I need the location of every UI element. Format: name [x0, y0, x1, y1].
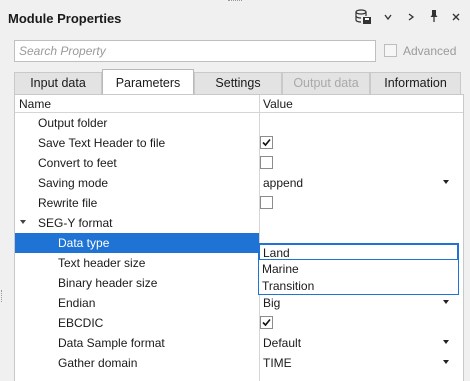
- property-label: EBCDIC: [58, 316, 104, 330]
- property-row-data-sample-format[interactable]: Data Sample format Default: [15, 333, 463, 353]
- checkbox-unchecked[interactable]: [260, 156, 273, 169]
- checkbox-unchecked[interactable]: [260, 196, 273, 209]
- dropdown-option-land[interactable]: Land: [259, 244, 458, 260]
- property-label: Convert to feet: [38, 156, 117, 170]
- property-row-save-text-header[interactable]: Save Text Header to file: [15, 133, 463, 153]
- property-label: Data type: [58, 236, 110, 250]
- dropdown-arrow-icon[interactable]: [443, 360, 449, 364]
- property-row-rewrite-file[interactable]: Rewrite file: [15, 193, 463, 213]
- checkbox-checked[interactable]: [260, 136, 273, 149]
- property-row-endian[interactable]: Endian Big: [15, 293, 463, 313]
- chevron-down-icon[interactable]: [381, 9, 395, 27]
- save-icon[interactable]: [352, 9, 374, 27]
- dropdown-arrow-icon[interactable]: [443, 300, 449, 304]
- column-header-value[interactable]: Value: [263, 97, 293, 111]
- dropdown-arrow-icon[interactable]: [443, 180, 449, 184]
- property-label: Binary header size: [58, 276, 158, 290]
- property-row-gather-domain[interactable]: Gather domain TIME: [15, 353, 463, 373]
- property-label: Output folder: [38, 116, 108, 130]
- property-row-data-type[interactable]: Data type: [15, 233, 259, 253]
- property-grid: Name Value Output folder Save Text Heade…: [14, 94, 464, 381]
- column-divider[interactable]: [259, 95, 260, 381]
- column-header-name[interactable]: Name: [19, 97, 51, 111]
- grid-header: Name Value: [15, 95, 463, 113]
- group-label: SEG-Y format: [38, 216, 113, 230]
- property-group-segy-format[interactable]: SEG-Y format: [15, 213, 463, 233]
- tab-information[interactable]: Information: [370, 72, 461, 94]
- splitter-handle[interactable]: [1, 290, 4, 302]
- property-row-output-folder[interactable]: Output folder: [15, 113, 463, 133]
- tab-settings[interactable]: Settings: [194, 72, 282, 94]
- expand-arrow-icon[interactable]: [20, 220, 26, 224]
- data-type-dropdown-list: Land Marine Transition: [258, 243, 459, 295]
- search-input[interactable]: [14, 40, 376, 62]
- panel-grip[interactable]: [228, 0, 242, 4]
- tab-parameters[interactable]: Parameters: [102, 69, 194, 95]
- chevron-right-icon[interactable]: [404, 9, 418, 27]
- property-value[interactable]: Default: [263, 336, 301, 350]
- property-label: Endian: [58, 296, 96, 310]
- property-value[interactable]: Big: [263, 296, 280, 310]
- close-icon[interactable]: [449, 9, 463, 27]
- checkbox-checked[interactable]: [260, 316, 273, 329]
- advanced-checkbox[interactable]: [384, 44, 397, 57]
- property-label: Save Text Header to file: [38, 136, 166, 150]
- dropdown-arrow-icon[interactable]: [443, 340, 449, 344]
- advanced-label: Advanced: [403, 44, 457, 58]
- property-label: Data Sample format: [58, 336, 165, 350]
- property-label: Gather domain: [58, 356, 138, 370]
- property-row-convert-to-feet[interactable]: Convert to feet: [15, 153, 463, 173]
- dropdown-option-marine[interactable]: Marine: [259, 261, 458, 277]
- tab-input-data[interactable]: Input data: [14, 72, 102, 94]
- property-value[interactable]: append: [263, 176, 303, 190]
- property-value[interactable]: TIME: [263, 356, 292, 370]
- property-row-saving-mode[interactable]: Saving mode append: [15, 173, 463, 193]
- panel-title: Module Properties: [8, 11, 122, 26]
- property-label: Saving mode: [38, 176, 109, 190]
- tab-output-data[interactable]: Output data: [282, 72, 370, 94]
- pin-icon[interactable]: [427, 9, 441, 27]
- property-label: Text header size: [58, 256, 146, 270]
- dropdown-option-transition[interactable]: Transition: [259, 278, 458, 294]
- property-label: Rewrite file: [38, 196, 98, 210]
- property-row-ebcdic[interactable]: EBCDIC: [15, 313, 463, 333]
